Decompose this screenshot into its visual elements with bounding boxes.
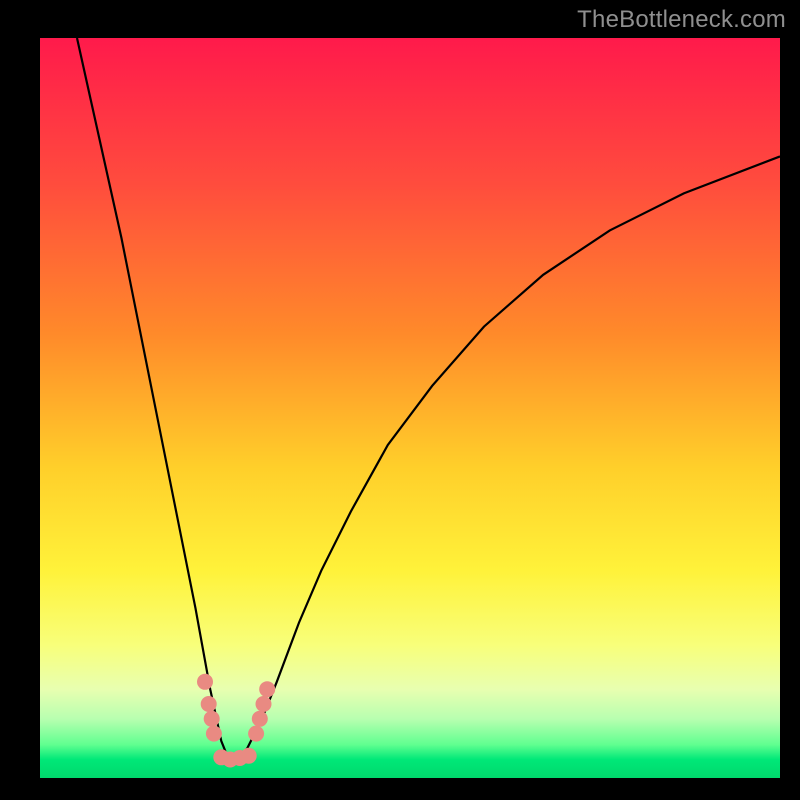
outer-frame: TheBottleneck.com bbox=[0, 0, 800, 800]
marker-cluster bbox=[197, 674, 275, 768]
data-marker bbox=[248, 726, 264, 742]
data-marker bbox=[252, 711, 268, 727]
data-marker bbox=[197, 674, 213, 690]
data-marker bbox=[204, 711, 220, 727]
data-marker bbox=[206, 726, 222, 742]
data-marker bbox=[256, 696, 272, 712]
data-marker bbox=[241, 748, 257, 764]
data-marker bbox=[201, 696, 217, 712]
data-marker bbox=[259, 681, 275, 697]
bottleneck-curve bbox=[40, 38, 780, 778]
plot-area bbox=[40, 38, 780, 778]
watermark-text: TheBottleneck.com bbox=[577, 6, 786, 34]
